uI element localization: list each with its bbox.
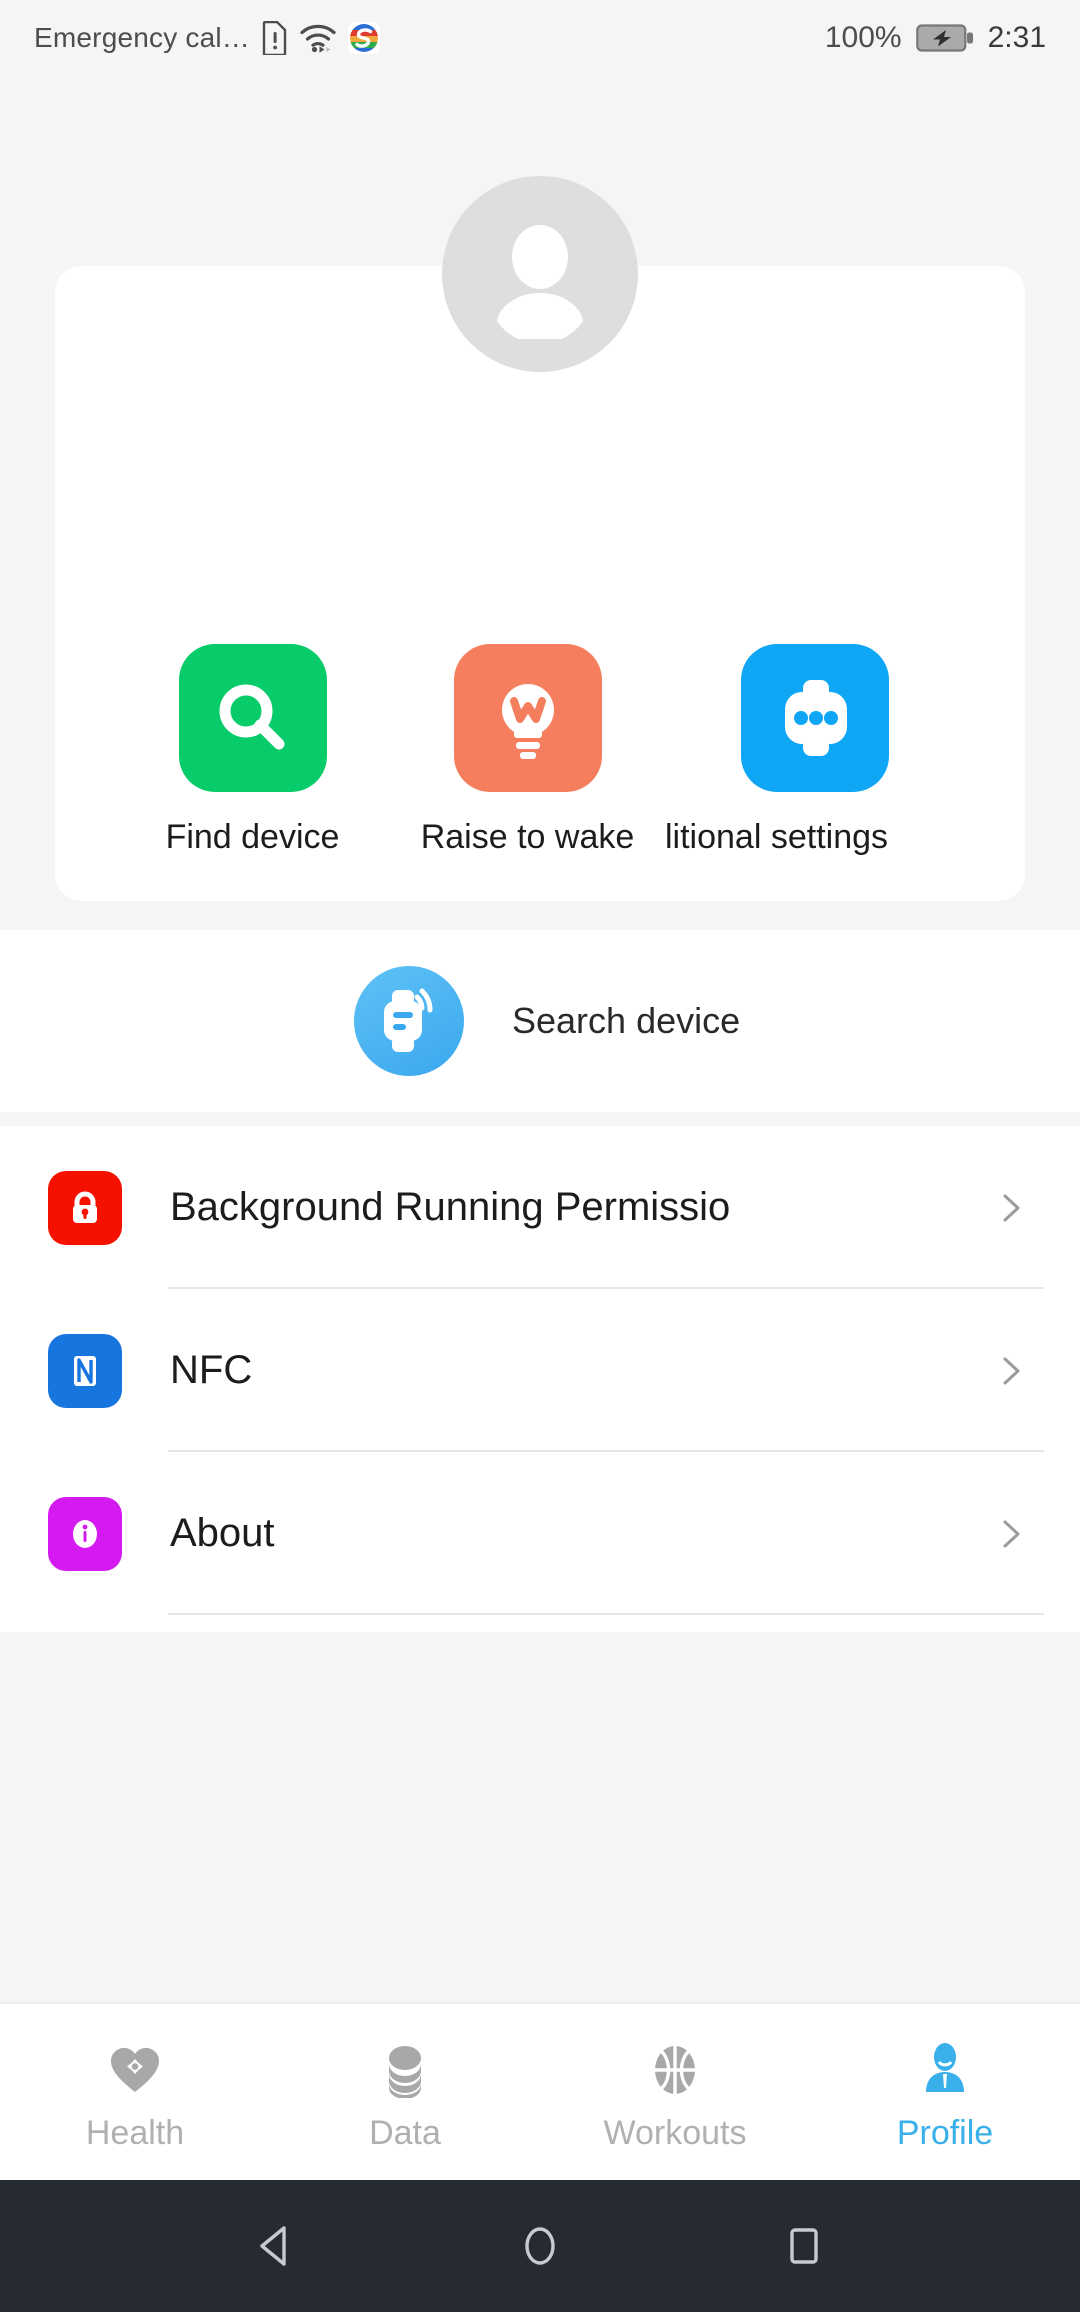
person-tie-icon [915,2040,975,2100]
list-item-label: About [170,1511,275,1555]
quick-action-label: Find device [165,818,340,856]
quick-action-find-device[interactable]: Find device [115,644,390,857]
tab-label: Data [369,2113,441,2152]
battery-charging-icon [915,23,974,53]
lightbulb-w-icon [453,644,602,792]
chevron-right-icon [994,1191,1028,1225]
avatar[interactable] [442,176,638,372]
recents-button[interactable] [772,2214,836,2278]
status-bar-right: 100% 2:31 [825,21,1046,55]
clock-label: 2:31 [987,21,1046,54]
tab-label: Profile [896,2113,994,2152]
triangle-left-icon [260,2226,286,2266]
battery-percent-label: 100% [824,21,902,54]
watch-signal-icon [354,966,464,1076]
lock-icon [48,1170,122,1245]
watch-dots-icon [741,644,889,792]
carrier-label: Emergency cal… [34,22,250,53]
list-item-label: Background Running Permissio [170,1185,731,1229]
quick-action-label: litional settings [665,818,889,856]
bottom-tab-bar: Health Data Workouts Profile [0,2002,1080,2180]
search-device-row[interactable]: Search device [0,930,1080,1112]
heart-plus-icon [105,2040,165,2100]
app-badge-icon [348,22,380,54]
magnifier-icon [178,644,327,792]
nfc-icon [48,1333,122,1408]
basketball-icon [645,2040,705,2100]
tab-profile[interactable]: Profile [810,2004,1080,2180]
list-item-label: NFC [170,1348,253,1392]
settings-list: Background Running Permissio NFC About [0,1126,1080,1632]
search-device-label: Search device [512,1000,741,1041]
square-icon [790,2228,818,2264]
tab-label: Health [85,2113,185,2152]
list-item-nfc[interactable]: NFC [0,1289,1080,1452]
coins-stack-icon [375,2040,435,2100]
info-icon [48,1496,122,1571]
list-item-background-running[interactable]: Background Running Permissio [0,1126,1080,1289]
wifi-icon [300,23,336,53]
chevron-right-icon [994,1517,1028,1551]
back-button[interactable] [244,2214,308,2278]
chevron-right-icon [994,1354,1028,1388]
quick-action-raise-to-wake[interactable]: Raise to wake [390,644,665,857]
quick-action-additional-settings[interactable]: litional settings [665,644,965,857]
quick-actions-row: Find device Raise to wake litional setti… [55,644,1025,857]
list-item-about[interactable]: About [0,1452,1080,1615]
sim-alert-icon [262,20,288,57]
tab-workouts[interactable]: Workouts [540,2004,810,2180]
home-button[interactable] [508,2214,572,2278]
tab-data[interactable]: Data [270,2004,540,2180]
android-navigation-bar [0,2180,1080,2312]
quick-action-label: Raise to wake [420,818,635,856]
status-bar: Emergency cal… 100% 2:31 [0,0,1080,76]
circle-icon [525,2227,555,2265]
status-bar-left: Emergency cal… [34,20,380,57]
list-divider [168,1613,1044,1615]
person-avatar-icon [497,225,583,339]
tab-label: Workouts [603,2113,747,2152]
tab-health[interactable]: Health [0,2004,270,2180]
